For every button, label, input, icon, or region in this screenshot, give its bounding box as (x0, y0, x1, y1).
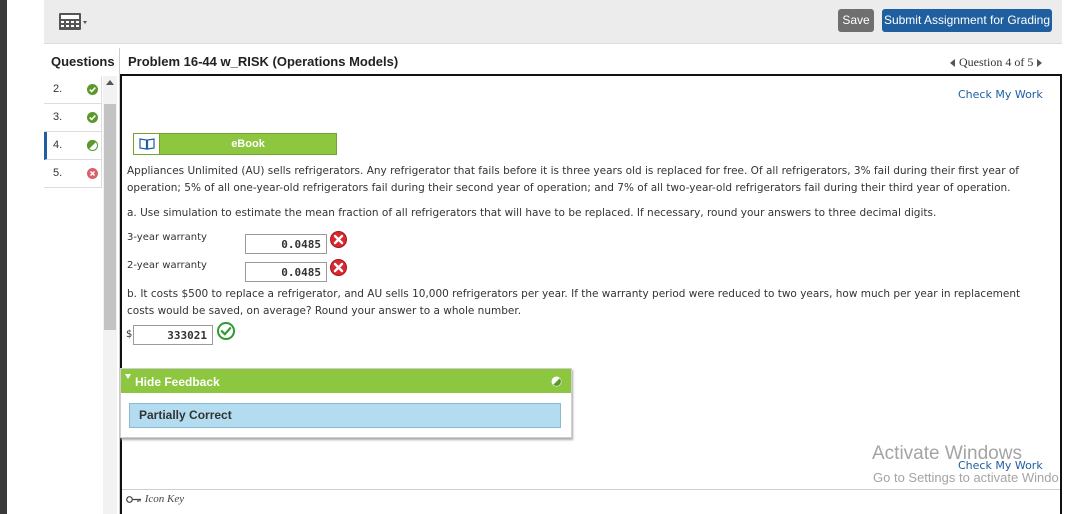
feedback-panel: Hide Feedback Partially Correct (120, 368, 572, 438)
incorrect-x-icon (330, 231, 347, 248)
partially-correct-icon (551, 376, 562, 387)
footer-divider (122, 489, 1060, 490)
hide-feedback-label: Hide Feedback (135, 375, 220, 389)
problem-title: Problem 16-44 w_RISK (Operations Models) (128, 54, 399, 69)
part-b-instructions-line-2: costs would be saved, on average? Round … (127, 305, 522, 317)
question-number: 5. (53, 167, 63, 179)
window-edge (0, 0, 7, 514)
next-question-icon[interactable] (1037, 59, 1043, 68)
answer-label-3-year: 3-year warranty (127, 232, 207, 243)
answer-input-savings[interactable]: 333021 (133, 325, 213, 345)
calculator-icon[interactable] (58, 11, 88, 33)
correct-check-icon (217, 322, 235, 340)
answer-input-2-year-warranty[interactable]: 0.0485 (245, 262, 327, 282)
feedback-result: Partially Correct (129, 403, 561, 428)
part-b-instructions-line-1: b. It costs $500 to replace a refrigerat… (127, 288, 1021, 300)
ebook-label: eBook (231, 138, 265, 150)
question-nav-label: Question 4 of 5 (959, 55, 1034, 69)
question-number: 3. (53, 111, 63, 123)
key-icon (126, 496, 141, 503)
save-button[interactable]: Save (838, 9, 874, 32)
incorrect-icon (87, 168, 98, 179)
question-number: 4. (53, 139, 63, 151)
question-item-5[interactable]: 5. (44, 160, 102, 188)
partially-correct-icon (87, 140, 98, 151)
answer-label-2-year: 2-year warranty (127, 260, 207, 271)
scrollbar-thumb[interactable] (104, 104, 116, 330)
question-item-4[interactable]: 4. (44, 132, 102, 160)
hide-feedback-toggle[interactable]: Hide Feedback (121, 369, 571, 393)
submit-assignment-button[interactable]: Submit Assignment for Grading (882, 9, 1052, 32)
collapse-triangle-icon (125, 374, 131, 379)
check-my-work-link-top[interactable]: Check My Work (958, 88, 1043, 101)
scroll-up-arrow-icon[interactable] (106, 80, 114, 85)
correct-icon (87, 112, 98, 123)
question-item-2[interactable]: 2. (44, 76, 102, 104)
ebook-button[interactable]: eBook (133, 133, 337, 155)
incorrect-x-icon (330, 259, 347, 276)
book-icon (134, 134, 160, 154)
question-item-3[interactable]: 3. (44, 104, 102, 132)
icon-key-label: Icon Key (144, 493, 185, 505)
correct-icon (87, 84, 98, 95)
icon-key-link[interactable]: Icon Key (126, 493, 184, 505)
answer-input-3-year-warranty[interactable]: 0.0485 (245, 234, 327, 254)
currency-prefix: $ (126, 329, 133, 340)
previous-question-icon[interactable] (950, 59, 955, 68)
questions-header: Questions (44, 48, 120, 76)
part-a-instructions: a. Use simulation to estimate the mean f… (127, 207, 937, 219)
question-navigator[interactable]: Question 4 of 5 (950, 48, 1043, 76)
problem-intro-line-1: Appliances Unlimited (AU) sells refriger… (127, 165, 1019, 177)
problem-intro-line-2: operation; 5% of all one-year-old refrig… (127, 182, 1011, 194)
question-number: 2. (53, 83, 63, 95)
activate-windows-subtext: Go to Settings to activate Windo (873, 470, 1059, 485)
